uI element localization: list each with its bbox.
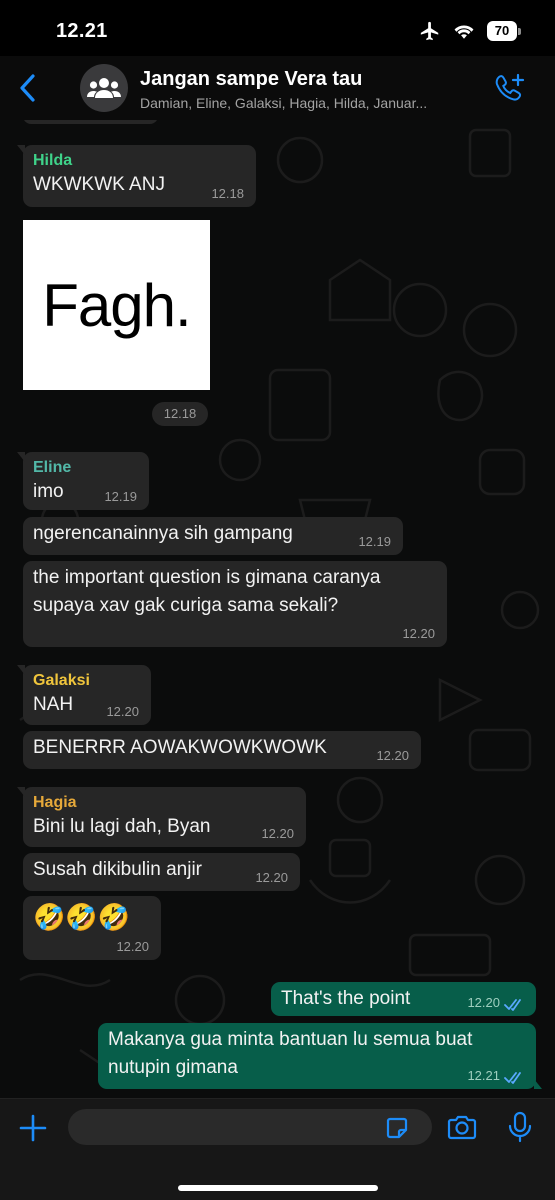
back-button[interactable] <box>12 70 42 106</box>
double-check-icon <box>504 1072 521 1084</box>
message-bubble[interactable]: Galaksi NAH 12.20 <box>17 665 151 725</box>
message-input[interactable] <box>68 1109 432 1145</box>
attach-button[interactable] <box>18 1113 48 1143</box>
home-indicator <box>178 1185 378 1191</box>
message-bubble[interactable]: Eline imo 12.19 <box>17 452 149 510</box>
chat-header: Jangan sampe Vera tau Damian, Eline, Gal… <box>0 56 555 120</box>
message-bubble[interactable]: BENERRR AOWAKWOWKWOWK 12.20 <box>23 731 421 769</box>
status-time: 12.21 <box>56 20 108 42</box>
image-time: 12.18 <box>152 402 208 426</box>
group-members: Damian, Eline, Galaksi, Hagia, Hilda, Ja… <box>140 95 428 111</box>
camera-button[interactable] <box>446 1113 478 1143</box>
message-time: 12.20 <box>261 826 294 841</box>
emoji-message-text: 🤣🤣🤣 <box>33 902 131 932</box>
sender-name: Eline <box>33 459 72 476</box>
message-time: 12.20 <box>402 626 435 641</box>
battery-level: 70 <box>487 21 517 41</box>
message-text: Susah dikibulin anjir <box>33 859 202 880</box>
group-title: Jangan sampe Vera tau <box>140 68 363 90</box>
camera-icon <box>447 1115 477 1140</box>
sender-name: Hilda <box>33 152 73 169</box>
group-info[interactable]: Jangan sampe Vera tau Damian, Eline, Gal… <box>140 68 485 111</box>
message-bubble[interactable]: ngerencanainnya sih gampang 12.19 <box>23 517 403 555</box>
message-time: 12.20 <box>467 995 500 1010</box>
message-bubble[interactable]: the important question is gimana caranya… <box>23 561 447 647</box>
group-avatar-icon <box>87 78 121 98</box>
message-input-bar <box>0 1098 555 1200</box>
message-text: BENERRR AOWAKWOWKWOWK <box>33 737 327 758</box>
message-time: 12.20 <box>116 939 149 954</box>
message-time: 12.19 <box>358 534 391 549</box>
voice-message-button[interactable] <box>507 1111 533 1143</box>
sticker-icon <box>386 1117 408 1139</box>
message-time: 12.18 <box>211 186 244 201</box>
message-time: 12.20 <box>255 870 288 885</box>
battery-icon: 70 <box>487 21 521 41</box>
add-call-icon <box>495 73 525 101</box>
outgoing-message-bubble[interactable]: Makanya gua minta bantuan lu semua buat … <box>98 1023 542 1089</box>
status-bar: 12.21 70 <box>0 0 555 56</box>
outgoing-message-bubble[interactable]: That's the point 12.20 <box>271 982 536 1016</box>
message-bubble[interactable]: Susah dikibulin anjir 12.20 <box>23 853 300 891</box>
message-bubble[interactable]: Hilda WKWKWK ANJ 12.18 <box>17 145 256 207</box>
image-message[interactable]: Fagh. <box>23 220 210 390</box>
message-text: ngerencanainnya sih gampang <box>33 523 293 544</box>
add-call-button[interactable] <box>493 72 525 104</box>
message-bubble-cutoff[interactable] <box>23 120 158 124</box>
message-time: 12.21 <box>467 1068 500 1083</box>
message-bubble[interactable]: 🤣🤣🤣 12.20 <box>23 896 161 960</box>
plus-icon <box>19 1114 47 1142</box>
message-text: the important question is gimana caranya… <box>33 567 381 616</box>
message-time: 12.19 <box>104 489 137 504</box>
message-text: Bini lu lagi dah, Byan <box>33 816 211 837</box>
message-bubble[interactable]: Hagia Bini lu lagi dah, Byan 12.20 <box>17 787 306 847</box>
group-avatar[interactable] <box>80 64 128 112</box>
mic-icon <box>508 1111 532 1143</box>
message-time: 12.20 <box>376 748 409 763</box>
image-caption-text: Fagh. <box>42 271 191 339</box>
chat-area[interactable]: Hilda WKWKWK ANJ 12.18 Fagh. 12.18 Eline… <box>0 120 555 1098</box>
sticker-button[interactable] <box>384 1115 410 1141</box>
message-time: 12.20 <box>106 704 139 719</box>
back-chevron-icon <box>20 74 35 102</box>
sender-name: Hagia <box>33 794 77 811</box>
airplane-icon <box>420 21 439 41</box>
message-text: Makanya gua minta bantuan lu semua buat … <box>108 1029 473 1078</box>
sender-name: Galaksi <box>33 672 90 689</box>
double-check-icon <box>504 999 521 1011</box>
wifi-icon <box>454 25 474 39</box>
status-icons: 70 <box>419 20 521 42</box>
